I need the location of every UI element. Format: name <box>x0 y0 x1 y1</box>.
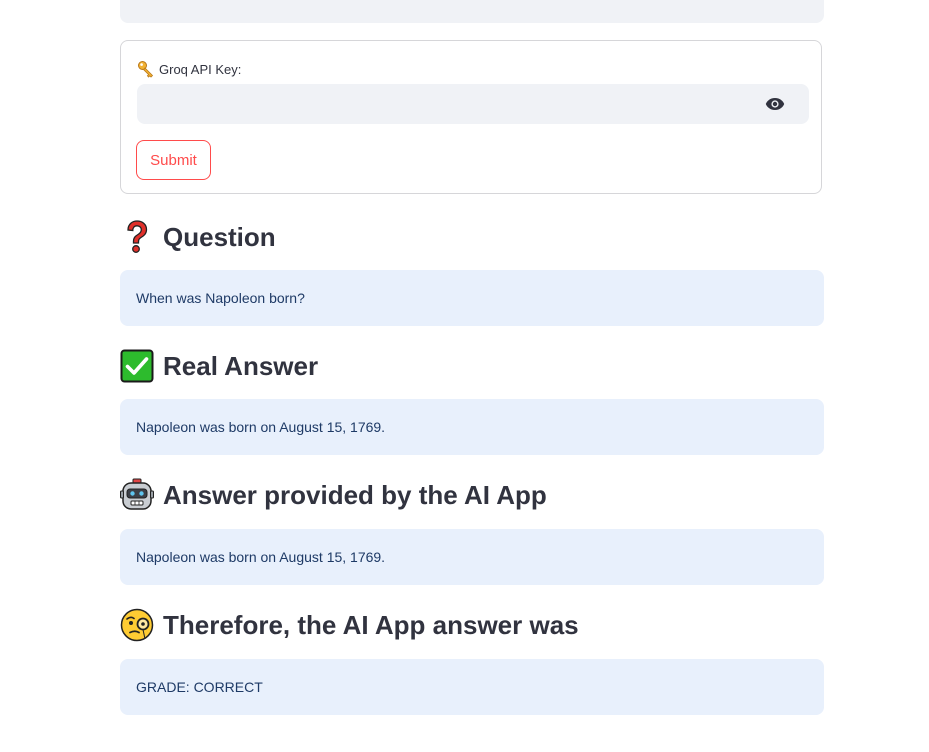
real-answer-header: Real Answer <box>120 348 318 384</box>
show-password-button[interactable] <box>764 94 786 114</box>
api-key-label-row: Groq API Key: <box>137 60 241 78</box>
question-title: Question <box>163 221 276 252</box>
key-icon <box>137 60 155 78</box>
eye-icon <box>765 98 785 110</box>
ai-answer-text: Napoleon was born on August 15, 1769. <box>136 549 386 565</box>
robot-icon <box>120 478 154 512</box>
monocle-face-icon <box>120 608 154 642</box>
grade-title: Therefore, the AI App answer was <box>163 609 579 640</box>
real-answer-box: Napoleon was born on August 15, 1769. <box>120 399 824 455</box>
ai-answer-header: Answer provided by the AI App <box>120 477 547 513</box>
api-key-input[interactable] <box>137 84 809 124</box>
ai-answer-box: Napoleon was born on August 15, 1769. <box>120 529 824 585</box>
real-answer-text: Napoleon was born on August 15, 1769. <box>136 419 386 435</box>
app-page: Groq API Key: Submit Question When was N… <box>0 0 929 752</box>
real-answer-title: Real Answer <box>163 350 319 381</box>
question-text: When was Napoleon born? <box>136 290 305 306</box>
grade-box: GRADE: CORRECT <box>120 659 824 715</box>
api-key-label: Groq API Key: <box>159 61 242 77</box>
grade-header: Therefore, the AI App answer was <box>120 607 579 643</box>
grade-text: GRADE: CORRECT <box>136 679 263 695</box>
question-header: Question <box>120 219 276 255</box>
question-box: When was Napoleon born? <box>120 270 824 326</box>
check-mark-icon <box>120 349 154 383</box>
question-mark-icon <box>120 220 154 254</box>
api-key-form: Groq API Key: Submit <box>120 40 822 194</box>
submit-button[interactable]: Submit <box>136 140 211 180</box>
ai-answer-title: Answer provided by the AI App <box>163 479 547 510</box>
previous-input-field[interactable] <box>120 0 824 23</box>
